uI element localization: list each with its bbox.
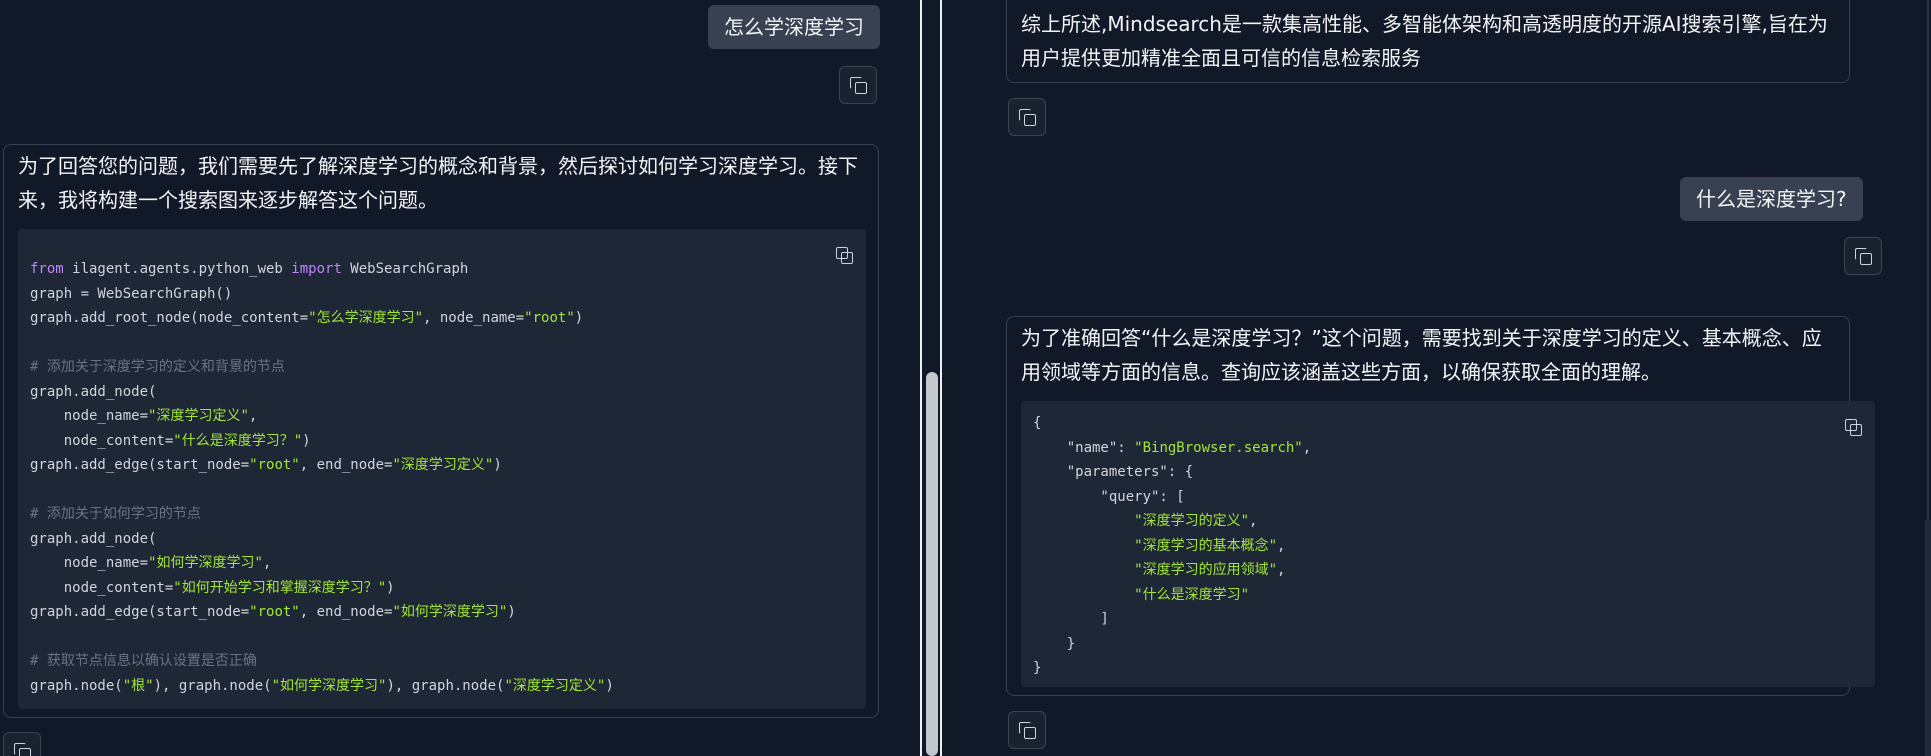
left-pane-scrollbar-thumb[interactable] [926,372,938,756]
copy-user-message-button[interactable] [1844,237,1882,275]
copy-icon [836,247,853,264]
pane-divider-left [920,0,922,756]
assistant-message-text: 为了回答您的问题，我们需要先了解深度学习的概念和背景，然后探讨如何学习深度学习。… [18,154,858,212]
copy-assistant-message-button[interactable] [1008,711,1046,749]
summary-message-text: 综上所述,Mindsearch是一款集高性能、多智能体架构和高透明度的开源AI搜… [1021,12,1828,70]
copy-icon [14,743,31,756]
code-content: from ilagent.agents.python_web import We… [30,261,614,694]
copy-icon [1855,248,1872,265]
pane-divider-right [940,0,942,756]
assistant-message-card: 为了准确回答“什么是深度学习？”这个问题，需要找到关于深度学习的定义、基本概念、… [1006,316,1875,696]
copy-icon [1019,722,1036,739]
assistant-message-text: 为了准确回答“什么是深度学习？”这个问题，需要找到关于深度学习的定义、基本概念、… [1021,326,1822,384]
copy-summary-button[interactable] [1008,98,1046,136]
code-block: from ilagent.agents.python_web import We… [18,229,866,709]
json-code-block: { "name": "BingBrowser.search", "paramet… [1021,401,1875,687]
copy-user-message-button[interactable] [839,66,877,104]
copy-code-button[interactable] [832,243,856,267]
left-chat-pane[interactable]: 怎么学深度学习 为了回答您的问题，我们需要先了解深度学习的概念和背景，然后探讨如… [0,0,920,756]
user-message-bubble: 什么是深度学习? [1680,177,1863,221]
right-chat-pane[interactable]: 综上所述,Mindsearch是一款集高性能、多智能体架构和高透明度的开源AI搜… [964,0,1931,756]
copy-icon [850,77,867,94]
copy-icon [1845,419,1862,436]
copy-code-button[interactable] [1841,415,1865,439]
json-content: { "name": "BingBrowser.search", "paramet… [1033,415,1312,676]
user-message-bubble: 怎么学深度学习 [708,5,880,49]
assistant-message-card: 为了回答您的问题，我们需要先了解深度学习的概念和背景，然后探讨如何学习深度学习。… [3,144,879,718]
summary-message-card: 综上所述,Mindsearch是一款集高性能、多智能体架构和高透明度的开源AI搜… [1006,0,1850,83]
copy-icon [1019,109,1036,126]
right-pane-scroll-track[interactable] [1925,520,1931,756]
copy-assistant-message-button[interactable] [3,732,41,756]
